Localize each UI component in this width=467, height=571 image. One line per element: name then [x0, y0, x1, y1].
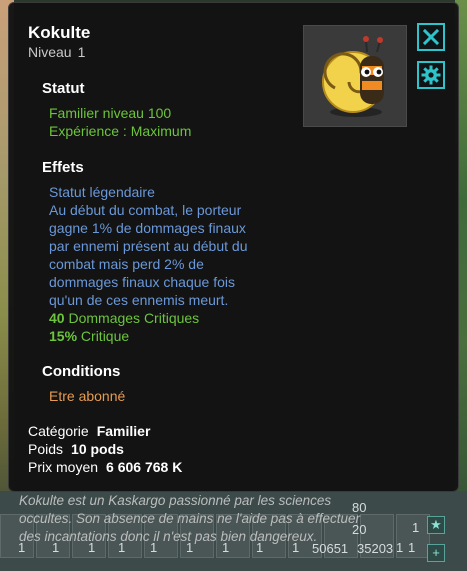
category-value: Familier: [96, 423, 151, 439]
level-label: Niveau: [28, 44, 72, 60]
star-button[interactable]: ★: [427, 516, 445, 534]
item-name: Kokulte: [28, 23, 91, 42]
effect-stat: 15% Critique: [49, 327, 129, 345]
effect-stat: 40 Dommages Critiques: [49, 309, 199, 327]
plus-button[interactable]: +: [427, 544, 445, 562]
item-tooltip: Kokulte Niveau 1 Statut Familier niveau …: [8, 2, 459, 492]
condition-line: Etre abonné: [49, 388, 126, 404]
level-value: 1: [77, 44, 86, 60]
status-line: Familier niveau 100: [49, 105, 172, 121]
item-image-frame: [303, 25, 407, 127]
price-value: 6 606 768 K: [106, 459, 183, 475]
effect-line: gagne 1% de dommages finaux: [49, 220, 246, 236]
effect-line: dommages finaux chaque fois: [49, 274, 235, 290]
conditions-heading: Conditions: [42, 363, 121, 380]
weight-row: Poids 10 pods: [28, 441, 124, 457]
effect-stat-value: 15%: [49, 328, 78, 344]
price-row: Prix moyen 6 606 768 K: [28, 459, 182, 475]
price-label: Prix moyen: [28, 459, 99, 475]
kaskargo-pet-icon: [322, 36, 384, 117]
weight-value: 10 pods: [71, 441, 124, 457]
description-line: des incantations donc il n'est pas bien …: [19, 529, 318, 544]
description-line: Kokulte est un Kaskargo passionné par le…: [19, 493, 332, 508]
effect-stat-value: 40: [49, 310, 65, 326]
description-line: occultes. Son absence de mains ne l'aide…: [19, 511, 361, 526]
close-icon: [422, 28, 440, 46]
item-level: Niveau 1: [28, 44, 85, 60]
effect-line: qu'un de ces ennemis meurt.: [49, 292, 229, 308]
category-row: Catégorie Familier: [28, 423, 150, 439]
effect-line: Statut légendaire: [49, 184, 155, 200]
effect-line: par ennemi présent au début du: [49, 238, 248, 254]
status-line: Expérience : Maximum: [49, 123, 192, 139]
effect-line: Au début du combat, le porteur: [49, 202, 242, 218]
effect-stat-label: Critique: [80, 328, 130, 344]
weight-label: Poids: [28, 441, 64, 457]
effect-stat-label: Dommages Critiques: [68, 310, 200, 326]
item-description: Kokulte est un Kaskargo passionné par le…: [19, 492, 419, 546]
gear-icon: [421, 65, 441, 85]
category-label: Catégorie: [28, 423, 89, 439]
effect-line: combat mais perd 2% de: [49, 256, 204, 272]
settings-button[interactable]: [417, 61, 445, 89]
status-heading: Statut: [42, 80, 85, 97]
effects-heading: Effets: [42, 159, 84, 176]
close-button[interactable]: [417, 23, 445, 51]
